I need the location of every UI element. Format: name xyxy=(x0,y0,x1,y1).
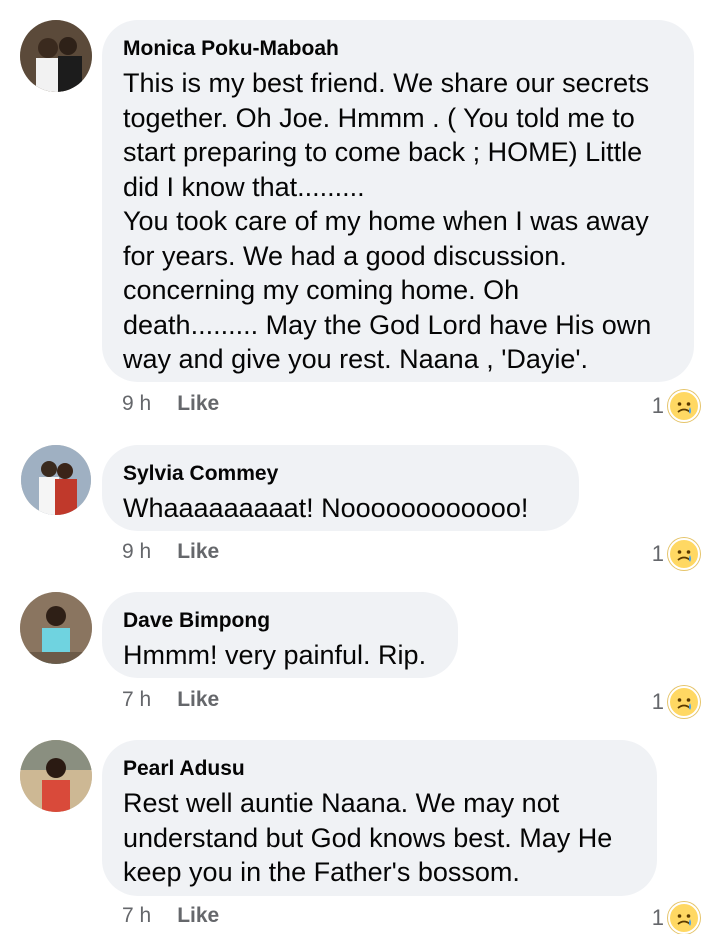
comment-author[interactable]: Monica Poku-Maboah xyxy=(123,36,672,62)
comment-time[interactable]: 9 h xyxy=(122,392,151,416)
comment-meta: 9 h Like xyxy=(122,540,219,564)
comment-bubble: Pearl Adusu Rest well auntie Naana. We m… xyxy=(102,740,657,896)
comment-bubble: Sylvia Commey Whaaaaaaaaat! Nooooooooooo… xyxy=(102,445,579,531)
reaction-count: 1 xyxy=(651,689,664,714)
reaction-summary[interactable]: 1 xyxy=(652,390,700,422)
comment-author[interactable]: Dave Bimpong xyxy=(123,608,436,634)
reaction-summary[interactable]: 1 xyxy=(652,538,700,570)
comment-meta: 7 h Like xyxy=(122,904,219,928)
like-button[interactable]: Like xyxy=(177,392,219,416)
comment-time[interactable]: 7 h xyxy=(122,688,151,712)
comment-text: Rest well auntie Naana. We may not under… xyxy=(123,788,613,887)
comment-bubble: Monica Poku-Maboah This is my best frien… xyxy=(102,20,694,382)
sad-cry-icon xyxy=(668,686,700,718)
like-button[interactable]: Like xyxy=(177,688,219,712)
avatar[interactable] xyxy=(20,20,92,92)
reaction-summary[interactable]: 1 xyxy=(652,902,700,934)
like-button[interactable]: Like xyxy=(177,904,219,928)
avatar[interactable] xyxy=(20,592,92,664)
sad-cry-icon xyxy=(668,902,700,934)
comment-text: Hmmm! very painful. Rip. xyxy=(123,640,427,670)
comment-author[interactable]: Sylvia Commey xyxy=(123,461,557,487)
reaction-summary[interactable]: 1 xyxy=(652,686,700,718)
comment-bubble: Dave Bimpong Hmmm! very painful. Rip. xyxy=(102,592,458,678)
comment-text: This is my best friend. We share our sec… xyxy=(123,68,652,374)
comment-time[interactable]: 7 h xyxy=(122,904,151,928)
comment-meta: 7 h Like xyxy=(122,688,219,712)
reaction-count: 1 xyxy=(651,393,664,418)
reaction-count: 1 xyxy=(651,541,664,566)
comment-meta: 9 h Like xyxy=(122,392,219,416)
avatar[interactable] xyxy=(20,740,92,812)
like-button[interactable]: Like xyxy=(177,540,219,564)
comment-text: Whaaaaaaaaat! Noooooooooooo! xyxy=(123,493,529,523)
reaction-count: 1 xyxy=(651,905,664,930)
sad-cry-icon xyxy=(668,538,700,570)
avatar[interactable] xyxy=(21,445,91,515)
sad-cry-icon xyxy=(668,390,700,422)
comment-time[interactable]: 9 h xyxy=(122,540,151,564)
comment-author[interactable]: Pearl Adusu xyxy=(123,756,635,782)
